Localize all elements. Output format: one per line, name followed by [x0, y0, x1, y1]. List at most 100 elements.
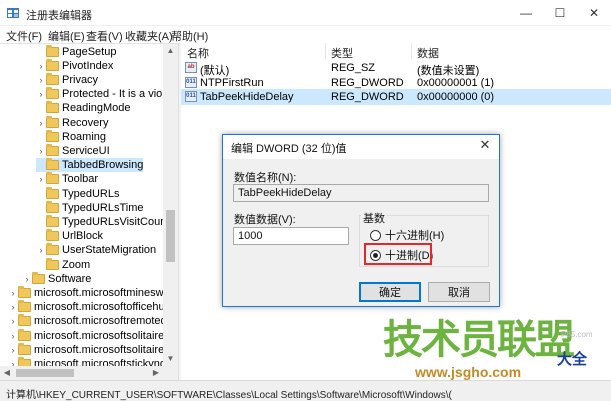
tree-item[interactable]: › Recovery	[36, 115, 109, 130]
scroll-left-arrow-icon[interactable]: ◀	[0, 366, 14, 380]
tree-item[interactable]: › Privacy	[36, 72, 99, 87]
tree-item-label: Roaming	[62, 130, 107, 143]
expand-chevron-icon[interactable]: ›	[36, 245, 46, 255]
column-header-data[interactable]: 数据	[417, 43, 439, 60]
column-separator[interactable]	[325, 43, 326, 59]
tree-item-label: microsoft.microsoftsolitairecoll	[34, 329, 178, 342]
dialog-close-icon[interactable]: ✕	[475, 136, 495, 154]
tree-item[interactable]: › microsoft.microsoftsolitairecoll	[8, 328, 178, 343]
tree-item-label: PageSetup	[62, 45, 117, 58]
tree-item[interactable]: Zoom	[36, 257, 90, 272]
expand-chevron-icon[interactable]: ›	[22, 274, 32, 284]
tree-item[interactable]: UrlBlock	[36, 229, 103, 243]
highlight-box-decimal	[364, 243, 432, 265]
tree-item[interactable]: PageSetup	[36, 44, 117, 59]
value-type: REG_SZ	[331, 62, 376, 74]
expand-chevron-icon[interactable]: ›	[36, 89, 46, 99]
tree-item[interactable]: › UserStateMigration	[36, 243, 156, 257]
tree-item-label: Recovery	[62, 116, 109, 129]
folder-icon	[46, 229, 59, 242]
folder-icon	[46, 214, 59, 227]
tree-item[interactable]: TypedURLsVisitCount	[36, 214, 170, 229]
folder-icon	[46, 158, 59, 171]
expand-chevron-icon[interactable]: ›	[36, 174, 46, 184]
folder-icon	[18, 285, 31, 298]
scroll-up-arrow-icon[interactable]: ▲	[163, 44, 178, 58]
tree-item-label: Privacy	[62, 73, 99, 86]
edit-dword-dialog: 编辑 DWORD (32 位)值 ✕ 数值名称(N): TabPeekHideD…	[222, 134, 500, 307]
tree-item[interactable]: › microsoft.microsoftsolitairecoll	[8, 342, 178, 357]
folder-icon	[46, 101, 59, 114]
cancel-button[interactable]: 取消	[428, 282, 490, 302]
scroll-down-arrow-icon[interactable]: ▼	[163, 352, 178, 366]
folder-icon	[46, 87, 59, 100]
close-window-button[interactable]: ✕	[577, 0, 611, 26]
radio-hex-label: 十六进制(H)	[385, 230, 445, 242]
value-data-input[interactable]: 1000	[233, 227, 349, 245]
menu-bar: 文件(F) 编辑(E) 查看(V) 收藏夹(A) 帮助(H)	[0, 26, 611, 43]
tree-item-label: ReadingMode	[62, 102, 131, 115]
expand-chevron-icon[interactable]: ›	[8, 345, 18, 355]
tree-item[interactable]: › Toolbar	[36, 172, 98, 186]
expand-chevron-icon[interactable]: ›	[36, 61, 46, 71]
tree-horizontal-scrollbar[interactable]: ◀ ▶	[0, 366, 178, 380]
menu-help[interactable]: 帮助(H)	[171, 28, 208, 44]
tree-item[interactable]: › microsoft.microsoftofficehub_8	[8, 300, 178, 314]
folder-icon	[46, 72, 59, 85]
expand-chevron-icon[interactable]: ›	[8, 316, 18, 326]
folder-icon	[46, 200, 59, 213]
tree-item-label: UrlBlock	[62, 230, 103, 243]
tree-item[interactable]: › microsoft.microsoftminesweep	[8, 285, 178, 300]
menu-favorites[interactable]: 收藏夹(A)	[125, 28, 173, 44]
expand-chevron-icon[interactable]: ›	[36, 118, 46, 128]
folder-icon	[18, 300, 31, 313]
maximize-button[interactable]: ☐	[543, 0, 577, 26]
registry-tree[interactable]: PageSetup › PivotIndex › Privacy › Protected -…	[0, 43, 178, 380]
registry-path: 计算机\HKEY_CURRENT_USER\SOFTWARE\Classes\L…	[6, 390, 452, 401]
string-value-icon: ab	[185, 62, 197, 73]
tree-item-label: UserStateMigration	[62, 244, 157, 257]
column-header-type[interactable]: 类型	[331, 43, 353, 60]
value-name: NTPFirstRun	[200, 76, 264, 89]
scroll-right-arrow-icon[interactable]: ▶	[149, 366, 163, 380]
tree-item[interactable]: TypedURLsTime	[36, 200, 144, 215]
tree-item[interactable]: › Protected - It is a violati	[36, 87, 176, 101]
tree-item[interactable]: › PivotIndex	[36, 58, 114, 73]
tree-item-label: TypedURLs	[62, 187, 120, 200]
expand-chevron-icon[interactable]: ›	[36, 146, 46, 156]
tree-item-label: TypedURLsVisitCount	[62, 215, 170, 228]
tree-item[interactable]: TypedURLs	[36, 186, 120, 201]
value-data-label: 数值数据(V):	[234, 214, 296, 226]
tree-item[interactable]: Roaming	[36, 129, 107, 144]
ok-button[interactable]: 确定	[359, 282, 421, 302]
tree-vertical-scrollbar[interactable]: ▲ ▼	[163, 44, 178, 366]
scroll-thumb[interactable]	[166, 210, 175, 262]
regedit-app-icon	[7, 8, 19, 18]
folder-icon	[18, 314, 31, 327]
tree-item[interactable]: › microsoft.microsoftremotedes	[8, 314, 178, 328]
tree-item-label: PivotIndex	[62, 59, 114, 72]
menu-view[interactable]: 查看(V)	[86, 28, 123, 44]
dword-value-icon: 011	[185, 91, 197, 102]
menu-file[interactable]: 文件(F)	[6, 28, 42, 44]
value-row[interactable]: 011 TabPeekHideDelay REG_DWORD 0x00000000 (…	[181, 89, 611, 105]
expand-chevron-icon[interactable]: ›	[8, 288, 18, 298]
tree-item[interactable]: TabbedBrowsing	[36, 158, 144, 173]
radio-hexadecimal[interactable]: 十六进制(H)	[370, 228, 444, 242]
column-header-name[interactable]: 名称	[187, 43, 209, 60]
expand-chevron-icon[interactable]: ›	[36, 75, 46, 85]
radio-hex-circle-icon[interactable]	[370, 229, 381, 241]
tree-item[interactable]: ReadingMode	[36, 101, 131, 115]
tree-item[interactable]: › ServiceUI	[36, 143, 110, 158]
folder-icon	[46, 143, 59, 156]
menu-edit[interactable]: 编辑(E)	[48, 28, 85, 44]
tree-item[interactable]: › Software	[22, 271, 92, 286]
column-separator[interactable]	[411, 43, 412, 59]
tree-item-label: Software	[48, 272, 92, 285]
minimize-button[interactable]: —	[509, 0, 543, 26]
value-name: TabPeekHideDelay	[200, 91, 294, 103]
expand-chevron-icon[interactable]: ›	[8, 331, 18, 341]
dialog-body: 数值名称(N): TabPeekHideDelay 数值数据(V): 1000 …	[223, 159, 499, 306]
expand-chevron-icon[interactable]: ›	[8, 302, 18, 312]
scroll-thumb-horizontal[interactable]	[16, 369, 74, 377]
